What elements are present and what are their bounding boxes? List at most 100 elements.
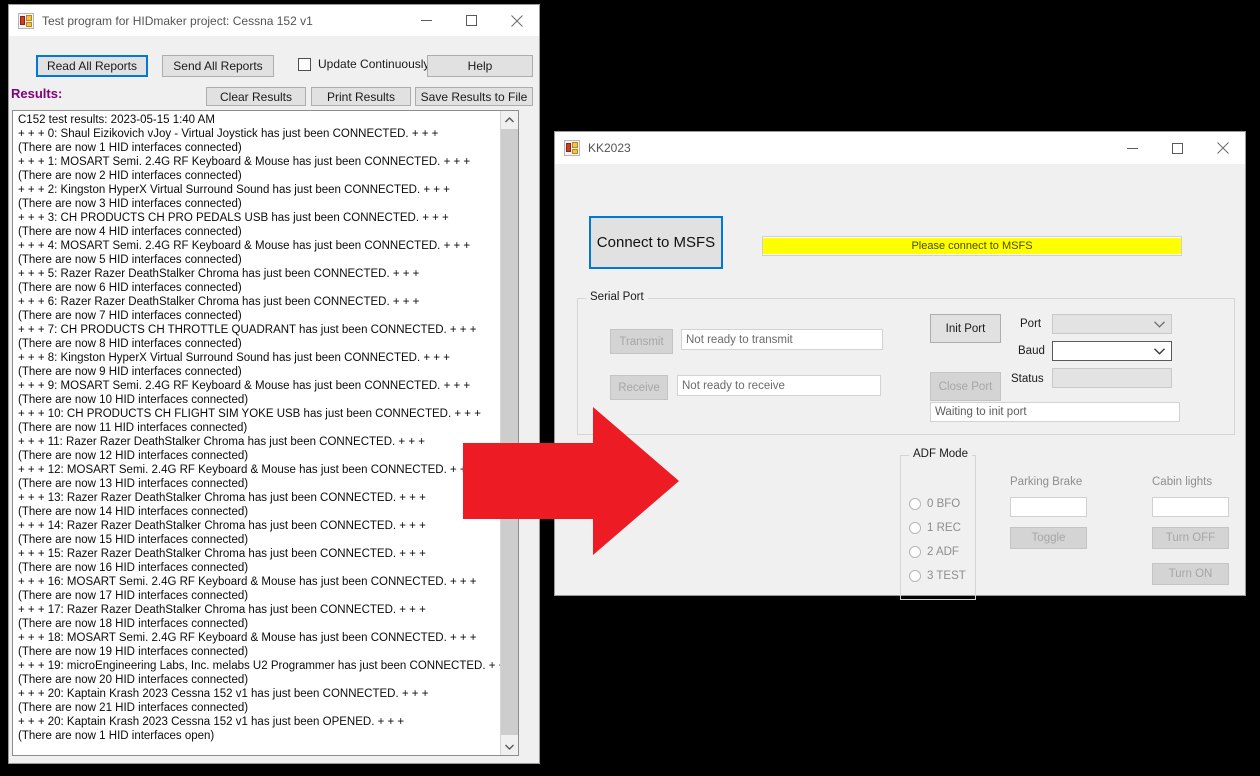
clear-results-button[interactable]: Clear Results — [206, 87, 306, 106]
update-continuously-label: Update Continuously — [318, 57, 430, 71]
maximize-icon[interactable] — [449, 6, 494, 36]
results-line: + + + 14: Razer Razer DeathStalker Chrom… — [18, 520, 426, 532]
results-line: + + + 1: MOSART Semi. 2.4G RF Keyboard &… — [18, 156, 471, 168]
radio-icon — [909, 522, 921, 534]
results-label: Results: — [11, 86, 63, 101]
results-text-area: C152 test results: 2023-05-15 1:40 AM + +… — [13, 111, 500, 755]
cabin-lights-label: Cabin lights — [1152, 476, 1213, 488]
radio-icon — [909, 570, 921, 582]
results-line: (There are now 9 HID interfaces connecte… — [18, 366, 242, 378]
results-line: + + + 12: MOSART Semi. 2.4G RF Keyboard … — [18, 464, 477, 476]
adf-mode-radio-2[interactable]: 2 ADF — [909, 546, 959, 558]
serial-port-group: Serial Port Transmit Not ready to transm… — [577, 291, 1235, 435]
adf-mode-group-title: ADF Mode — [909, 448, 972, 460]
help-button[interactable]: Help — [427, 55, 533, 77]
titlebar-hidmaker: Test program for HIDmaker project: Cessn… — [9, 5, 539, 36]
results-line: (There are now 7 HID interfaces connecte… — [18, 310, 242, 322]
results-line: + + + 7: CH PRODUCTS CH THROTTLE QUADRAN… — [18, 324, 477, 336]
close-icon[interactable] — [1200, 133, 1245, 163]
adf-mode-radio-label: 0 BFO — [927, 498, 961, 510]
transmit-status-field: Not ready to transmit — [681, 329, 883, 350]
results-line: (There are now 19 HID interfaces connect… — [18, 646, 249, 658]
cabin-lights-turn-off-button[interactable]: Turn OFF — [1152, 527, 1229, 549]
results-line: + + + 10: CH PRODUCTS CH FLIGHT SIM YOKE… — [18, 408, 481, 420]
hidmaker-body: Read All Reports Send All Reports Update… — [9, 36, 539, 763]
results-line: (There are now 5 HID interfaces connecte… — [18, 254, 242, 266]
window-title: Test program for HIDmaker project: Cessn… — [42, 13, 313, 28]
maximize-icon[interactable] — [1155, 133, 1200, 163]
scroll-down-icon[interactable] — [501, 738, 518, 755]
results-line: (There are now 11 HID interfaces connect… — [18, 422, 248, 434]
scroll-up-icon[interactable] — [501, 111, 518, 128]
msfs-connection-status-text: Please connect to MSFS — [763, 238, 1181, 254]
cabin-lights-field — [1152, 497, 1229, 517]
results-line: + + + 19: microEngineering Labs, Inc. me… — [18, 660, 500, 672]
window-title: KK2023 — [588, 141, 631, 155]
close-port-button[interactable]: Close Port — [930, 372, 1001, 401]
results-line: + + + 16: MOSART Semi. 2.4G RF Keyboard … — [18, 576, 477, 588]
results-line: (There are now 21 HID interfaces connect… — [18, 702, 249, 714]
minimize-icon[interactable] — [1110, 133, 1155, 163]
adf-mode-radio-label: 1 REC — [927, 522, 961, 534]
read-all-reports-button[interactable]: Read All Reports — [36, 55, 148, 77]
results-line: + + + 5: Razer Razer DeathStalker Chroma… — [18, 268, 420, 280]
print-results-button[interactable]: Print Results — [311, 87, 411, 106]
results-line: (There are now 17 HID interfaces connect… — [18, 590, 249, 602]
results-scrollbar[interactable] — [500, 111, 518, 755]
adf-mode-radio-3[interactable]: 3 TEST — [909, 570, 966, 582]
save-results-to-file-button[interactable]: Save Results to File — [415, 87, 533, 106]
serial-port-group-title: Serial Port — [586, 291, 648, 303]
titlebar-kk2023: KK2023 — [555, 132, 1245, 164]
app-icon — [18, 12, 34, 29]
results-line: C152 test results: 2023-05-15 1:40 AM — [18, 114, 215, 126]
parking-brake-toggle-button[interactable]: Toggle — [1010, 527, 1087, 549]
baud-dropdown[interactable] — [1052, 341, 1172, 361]
results-line: (There are now 15 HID interfaces connect… — [18, 534, 249, 546]
results-output-box[interactable]: C152 test results: 2023-05-15 1:40 AM + +… — [12, 110, 519, 756]
send-all-reports-button[interactable]: Send All Reports — [162, 55, 274, 77]
results-line: + + + 17: Razer Razer DeathStalker Chrom… — [18, 604, 426, 616]
results-line: + + + 0: Shaul Eizikovich vJoy - Virtual… — [18, 128, 439, 140]
parking-brake-label: Parking Brake — [1010, 476, 1083, 488]
window-controls — [1110, 133, 1245, 163]
adf-mode-radio-label: 2 ADF — [927, 546, 959, 558]
results-line: (There are now 10 HID interfaces connect… — [18, 394, 249, 406]
adf-mode-group: ADF Mode 0 BFO 1 REC 2 ADF 3 TEST — [900, 448, 976, 600]
results-line: + + + 11: Razer Razer DeathStalker Chrom… — [18, 436, 425, 448]
minimize-icon[interactable] — [404, 6, 449, 36]
screenshot-stage: Test program for HIDmaker project: Cessn… — [0, 0, 1260, 776]
init-port-button[interactable]: Init Port — [930, 314, 1001, 343]
results-line: (There are now 13 HID interfaces connect… — [18, 478, 249, 490]
window-hidmaker-test-program: Test program for HIDmaker project: Cessn… — [8, 4, 540, 764]
results-line: (There are now 1 HID interfaces connecte… — [18, 142, 242, 154]
scrollbar-thumb[interactable] — [501, 129, 518, 735]
transmit-button[interactable]: Transmit — [610, 329, 673, 354]
port-label: Port — [1020, 318, 1042, 330]
kk2023-body: Connect to MSFS Please connect to MSFS S… — [555, 164, 1245, 600]
port-waiting-message: Waiting to init port — [930, 402, 1180, 422]
results-line: + + + 20: Kaptain Krash 2023 Cessna 152 … — [18, 716, 405, 728]
results-line: + + + 13: Razer Razer DeathStalker Chrom… — [18, 492, 426, 504]
update-continuously-checkbox[interactable]: Update Continuously — [298, 57, 429, 71]
parking-brake-field — [1010, 497, 1087, 517]
app-icon — [564, 140, 580, 156]
adf-mode-radio-0[interactable]: 0 BFO — [909, 498, 960, 510]
results-line: (There are now 16 HID interfaces connect… — [18, 562, 249, 574]
checkbox-box[interactable] — [298, 57, 311, 71]
results-line: + + + 18: MOSART Semi. 2.4G RF Keyboard … — [18, 632, 477, 644]
close-icon[interactable] — [494, 6, 539, 36]
results-line: + + + 15: Razer Razer DeathStalker Chrom… — [18, 548, 426, 560]
connect-to-msfs-button[interactable]: Connect to MSFS — [589, 216, 723, 269]
adf-mode-radio-1[interactable]: 1 REC — [909, 522, 961, 534]
receive-button[interactable]: Receive — [610, 375, 668, 400]
results-line: (There are now 20 HID interfaces connect… — [18, 674, 249, 686]
port-dropdown[interactable] — [1052, 314, 1172, 334]
results-line: (There are now 3 HID interfaces connecte… — [18, 198, 242, 210]
results-line: + + + 2: Kingston HyperX Virtual Surroun… — [18, 184, 450, 196]
adf-mode-radio-label: 3 TEST — [927, 570, 966, 582]
cabin-lights-turn-on-button[interactable]: Turn ON — [1152, 563, 1229, 585]
results-line: (There are now 6 HID interfaces connecte… — [18, 282, 242, 294]
results-line: + + + 4: MOSART Semi. 2.4G RF Keyboard &… — [18, 240, 471, 252]
window-controls — [404, 6, 539, 36]
results-line: (There are now 1 HID interfaces open) — [18, 730, 215, 742]
